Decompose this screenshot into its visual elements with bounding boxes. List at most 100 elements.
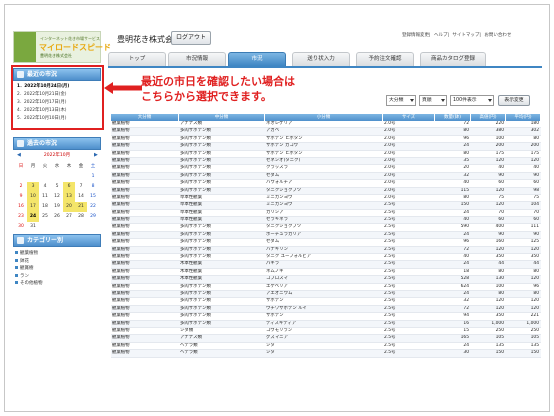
calendar-day [27, 172, 39, 182]
category-item[interactable]: その他植物 [15, 280, 101, 288]
tab-catalog-register[interactable]: 商品カタログ登録 [420, 52, 486, 66]
table-cell: 観葉植物 [112, 335, 130, 341]
table-cell: 観葉植物 [112, 290, 130, 296]
calendar-weekday: 日 [18, 164, 24, 169]
table-cell: パキラ [266, 261, 280, 267]
table-cell: 380 [495, 128, 504, 134]
table-cell: 観葉植物 [112, 165, 130, 171]
calendar-day[interactable]: 20 [63, 202, 75, 212]
recent-market-item[interactable]: 4．2022年10月13日(木) [17, 107, 101, 115]
calendar-day[interactable]: 13 [63, 192, 75, 202]
logo-company: 豊明花き株式会社 [40, 53, 72, 58]
table-cell: 32 [463, 298, 469, 304]
link-help[interactable]: ヘルプ [434, 33, 448, 38]
category-select[interactable]: 大分類 [386, 95, 416, 106]
table-row: 観葉植物 草本性観葉 ミニカンヨウ 2.5号 150 120 104 [111, 202, 541, 210]
table-cell: 120 [495, 157, 504, 163]
link-account-settings[interactable]: 登録情報変更 [402, 33, 429, 38]
table-cell: 72 [463, 121, 469, 126]
column-header[interactable]: 中分類 [179, 114, 265, 121]
table-cell: 観葉植物 [112, 180, 130, 186]
table-row: 観葉植物 多肉サボテン類 アガベ 2.0号 80 380 302 [111, 128, 541, 136]
calendar-day[interactable]: 3 [27, 182, 39, 192]
table-cell: 98 [533, 187, 539, 193]
calendar-day: 12 [54, 194, 60, 199]
table-cell: セダム [266, 172, 280, 178]
calendar-day [51, 172, 63, 182]
column-header[interactable]: 高値(円) [471, 114, 506, 121]
table-cell: 120 [495, 187, 504, 193]
table-cell: 観葉植物 [112, 209, 130, 215]
calendar-day[interactable]: 21 [75, 202, 87, 212]
category-item[interactable]: 観葉植物 [15, 250, 101, 258]
table-cell: 60 [533, 180, 539, 186]
table-cell: 2.0号 [384, 150, 396, 156]
table-cell: 2.5号 [384, 327, 396, 333]
table-cell: アナナス類 [180, 121, 202, 126]
category-item[interactable]: 観賞樹 [15, 265, 101, 273]
calendar-week-row: 234 567 8 [15, 182, 100, 192]
calendar-day [63, 222, 75, 232]
table-cell: グズマニア [266, 335, 288, 341]
change-view-button[interactable]: 表示変更 [498, 95, 530, 106]
calendar-day[interactable]: 6 [63, 182, 75, 192]
recent-market-item[interactable]: 2．2022年10月21日(金) [17, 91, 101, 99]
table-row: 観葉植物 多肉サボテン類 タニク ユーフォルビア 2.5号 40 350 350 [111, 254, 541, 262]
column-header[interactable]: 小分類 [265, 114, 383, 121]
column-header[interactable]: 大分類 [111, 114, 179, 121]
table-cell: 草本性観葉 [180, 194, 202, 200]
table-cell: サボテン カコウ [266, 143, 298, 149]
recent-market-item[interactable]: 5．2022年10月10日(月) [17, 115, 101, 123]
calendar-day: 26 [54, 214, 60, 219]
category-item[interactable]: 鉢花 [15, 258, 101, 266]
bullet-icon [15, 266, 18, 269]
column-header[interactable]: 数量(鉢) [435, 114, 471, 121]
tab-market-info[interactable]: 市況情報 [168, 52, 226, 66]
table-cell: 400 [495, 224, 504, 230]
calendar-day: 19 [54, 204, 60, 209]
recent-market-item[interactable]: 1．2022年10月24日(月) [17, 83, 101, 91]
table-cell: 80 [533, 290, 539, 296]
table-cell: 40 [498, 165, 504, 171]
table-cell: 木本性観葉 [180, 261, 202, 267]
tab-top[interactable]: トップ [108, 52, 166, 66]
table-row: 観葉植物 木本性観葉 コプロスマ 2.5号 528 130 120 [111, 276, 541, 284]
category-item[interactable]: ラン [15, 273, 101, 281]
table-row: 観葉植物 木本性観葉 ネムノキ 2.5号 18 80 80 [111, 269, 541, 277]
table-row: 観葉植物 多肉サボテン類 セダム 2.5号 96 160 125 [111, 239, 541, 247]
calendar-next-button[interactable]: ▶ [94, 152, 98, 158]
table-cell: 観葉植物 [112, 320, 130, 326]
table-cell: 観葉植物 [112, 283, 130, 289]
table-cell: 590 [460, 224, 469, 230]
link-sitemap[interactable]: サイトマップ [452, 33, 479, 38]
table-cell: 528 [460, 276, 469, 282]
sort-select[interactable]: 頁順 [419, 95, 447, 106]
recent-market-item[interactable]: 3．2022年10月17日(月) [17, 99, 101, 107]
table-cell: コウモリラン [266, 327, 293, 333]
tab-market[interactable]: 市況 [228, 52, 286, 66]
column-header[interactable]: 平均(円) [506, 114, 541, 121]
calendar-day[interactable]: 17 [27, 202, 39, 212]
site-logo[interactable]: インターネット花き市場サービス マイロードスピード 豊明花き株式会社 [13, 31, 111, 63]
table-cell: 120 [495, 202, 504, 208]
per-page-select[interactable]: 100件表示 [450, 95, 494, 106]
calendar-week-row: 23 24 25 26 27 28 29 [15, 212, 100, 222]
table-cell: 350 [495, 313, 504, 319]
calendar-day[interactable]: 10 [27, 192, 39, 202]
table-row: 観葉植物 シダ類 コウモリラン 2.5号 15 250 250 [111, 327, 541, 336]
table-cell: 観葉植物 [112, 143, 130, 149]
table-cell: タニクショクブツ [266, 224, 302, 230]
tab-order-confirm[interactable]: 予約注文確認 [356, 52, 414, 66]
table-cell: 観葉植物 [112, 128, 130, 134]
table-cell: 2.0号 [384, 165, 396, 171]
calendar-day[interactable]: 24 [27, 212, 39, 222]
tab-invoice-entry[interactable]: 送り状入力 [292, 52, 350, 66]
calendar-weekday: 月 [30, 164, 36, 169]
calendar-day: 30 [18, 224, 24, 229]
calendar-day: 27 [66, 214, 72, 219]
category-header: カテゴリー別 [13, 234, 101, 247]
table-cell: 175 [530, 150, 539, 156]
logout-button[interactable]: ログアウト [171, 31, 211, 45]
link-contact[interactable]: お問い合わせ [484, 33, 511, 38]
column-header[interactable]: サイズ [383, 114, 435, 121]
